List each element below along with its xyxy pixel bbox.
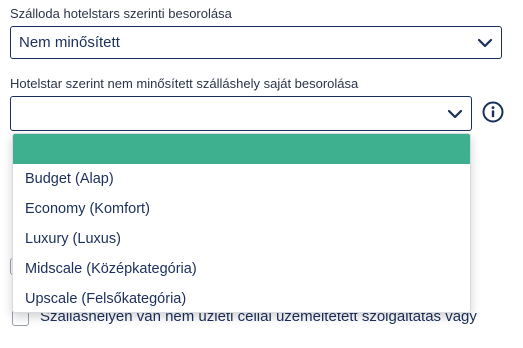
dropdown-option-budget[interactable]: Budget (Alap) xyxy=(13,164,470,194)
classification-label: Szálloda hotelstars szerinti besorolása xyxy=(10,6,232,21)
dropdown-option-economy[interactable]: Economy (Komfort) xyxy=(13,194,470,224)
form-stage: Szálloda hotelstars szerinti besorolása … xyxy=(0,0,523,348)
chevron-down-icon xyxy=(477,35,493,51)
own-classification-dropdown: Budget (Alap) Economy (Komfort) Luxury (… xyxy=(12,133,471,313)
classification-select-value: Nem minősített xyxy=(19,34,120,51)
chevron-down-icon xyxy=(447,106,463,122)
dropdown-option-midscale[interactable]: Midscale (Középkategória) xyxy=(13,254,470,284)
own-classification-label: Hotelstar szerint nem minősített szállás… xyxy=(10,76,359,91)
dropdown-option-empty[interactable] xyxy=(13,134,470,164)
own-classification-select[interactable] xyxy=(10,96,472,131)
classification-select[interactable]: Nem minősített xyxy=(10,26,502,59)
info-circle-icon[interactable] xyxy=(482,101,504,123)
dropdown-option-luxury[interactable]: Luxury (Luxus) xyxy=(13,224,470,254)
dropdown-option-upscale[interactable]: Upscale (Felsőkategória) xyxy=(13,284,470,312)
